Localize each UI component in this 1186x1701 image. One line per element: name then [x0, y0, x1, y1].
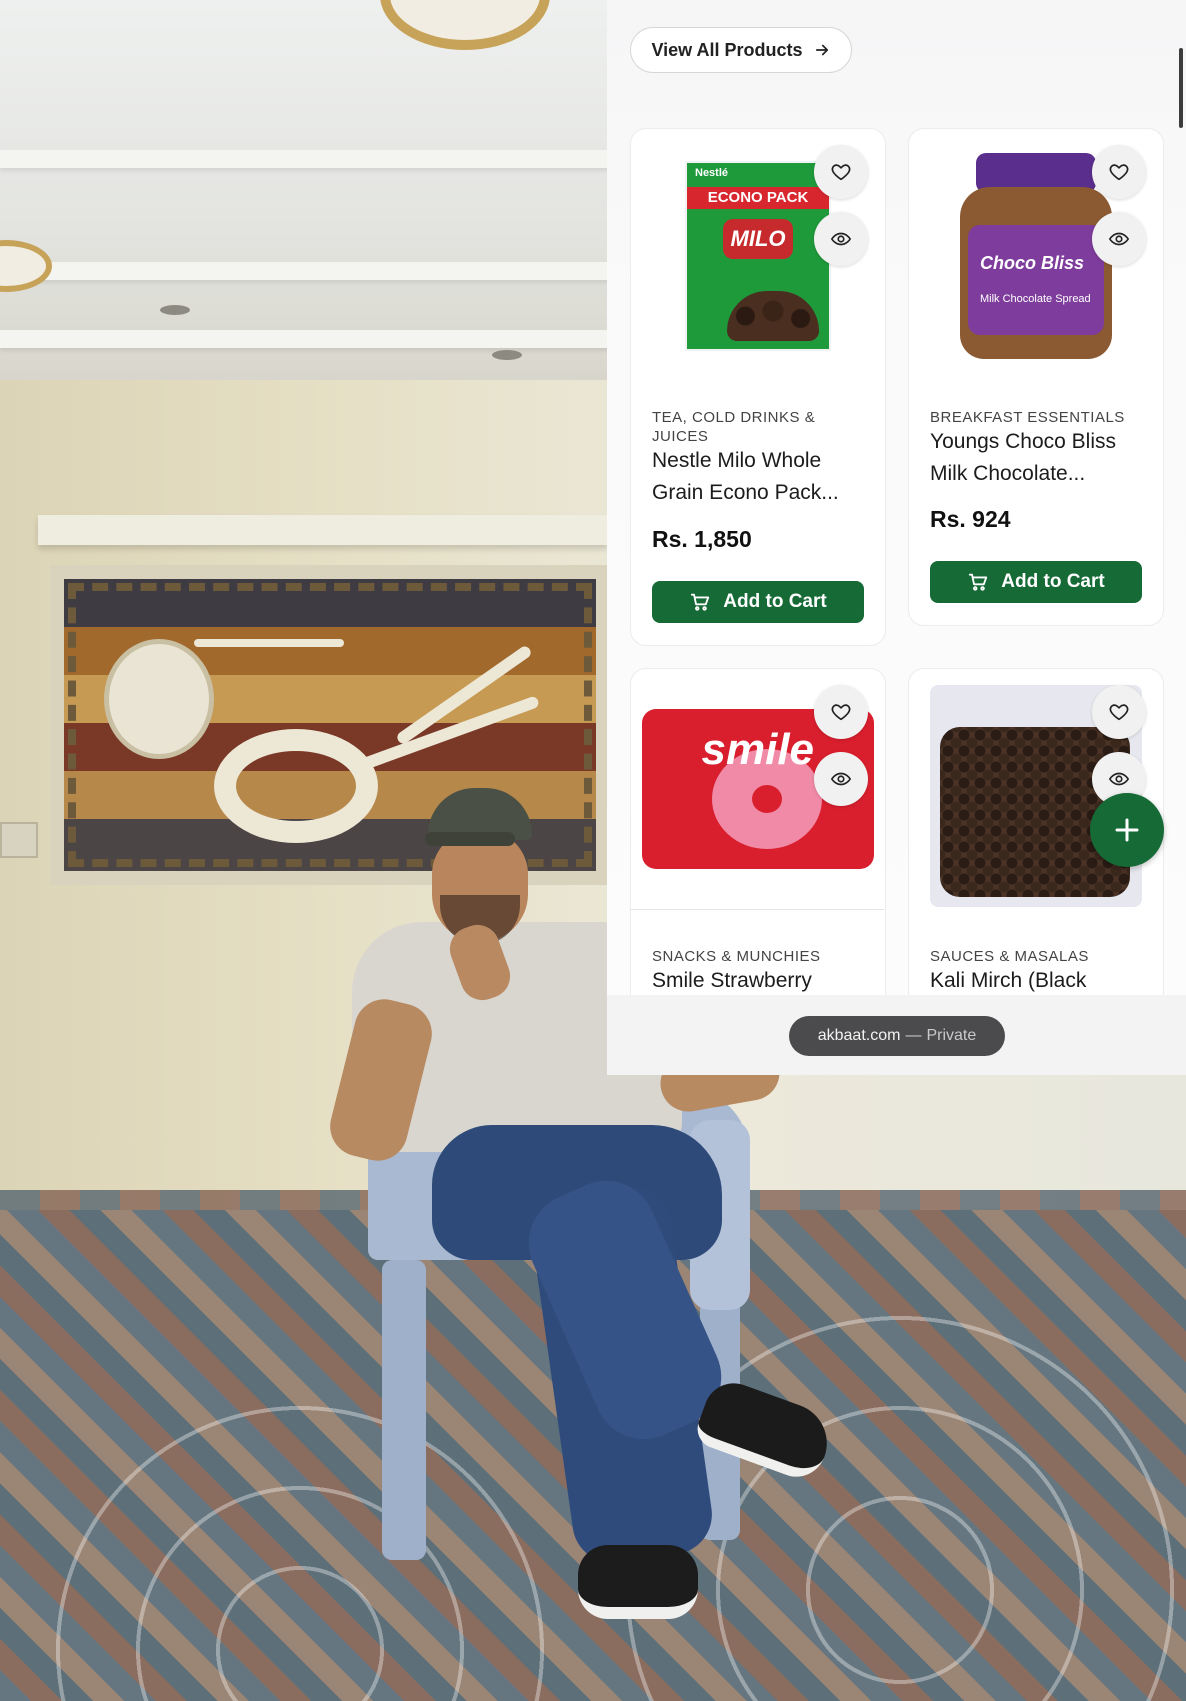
product-name[interactable]: Youngs Choco Bliss Milk Chocolate... — [930, 426, 1145, 490]
wishlist-button[interactable] — [814, 685, 868, 739]
product-card[interactable]: smile SNACKS & MUNCHIES Smile Strawberry — [630, 668, 886, 995]
wishlist-button[interactable] — [814, 145, 868, 199]
url-separator: — — [905, 1027, 922, 1044]
choco-bliss-jar-image: Choco Bliss Milk Chocolate Spread — [960, 152, 1112, 359]
heart-icon — [831, 704, 851, 721]
cereal-bowl — [727, 290, 819, 341]
cart-icon — [691, 593, 710, 611]
quick-view-button[interactable] — [814, 752, 868, 806]
add-to-cart-button[interactable]: Add to Cart — [930, 561, 1142, 603]
view-all-label: View All Products — [651, 39, 803, 60]
product-category: TEA, COLD DRINKS & JUICES — [652, 409, 816, 445]
milo-brand-text: Nestlé — [695, 166, 729, 179]
private-mode-label: Private — [926, 1027, 977, 1044]
jar-label — [968, 224, 1104, 335]
clipped-heading-text — [727, 0, 1107, 4]
calligraphy-stroke — [194, 639, 344, 647]
arrow-right-icon — [815, 44, 828, 56]
ceiling-light — [160, 305, 190, 315]
mosaic-medallion — [104, 639, 214, 759]
jar-logo: Choco Bliss — [980, 252, 1085, 273]
product-name[interactable]: Kali Mirch (Black — [930, 965, 1145, 995]
product-category: SNACKS & MUNCHIES — [652, 948, 821, 965]
milo-pack-image: Nestlé ECONO PACK MILO — [685, 160, 831, 351]
product-price: Rs. 924 — [930, 506, 1011, 532]
product-category: SAUCES & MASALAS — [930, 948, 1089, 965]
mosaic-frame-top — [38, 515, 608, 545]
eye-icon — [830, 232, 852, 246]
product-category: BREAKFAST ESSENTIALS — [930, 409, 1125, 426]
floating-add-button[interactable] — [1090, 793, 1164, 867]
eye-icon — [1108, 232, 1130, 246]
eye-icon — [830, 772, 852, 786]
wishlist-button[interactable] — [1092, 685, 1146, 739]
heart-icon — [831, 164, 851, 181]
calligraphy-mosaic — [50, 565, 610, 885]
product-price: Rs. 1,850 — [652, 526, 752, 552]
tiled-floor — [0, 1210, 1186, 1701]
jar-subtitle: Milk Chocolate Spread — [980, 292, 1091, 305]
add-to-cart-label: Add to Cart — [723, 591, 827, 612]
product-name[interactable]: Nestle Milo Whole Grain Econo Pack... — [652, 445, 867, 509]
ceiling-light — [492, 350, 522, 360]
heart-icon — [1109, 704, 1129, 721]
cart-icon — [969, 573, 988, 591]
scrollbar[interactable] — [1179, 48, 1183, 128]
quick-view-button[interactable] — [1092, 212, 1146, 266]
product-card[interactable]: Choco Bliss Milk Chocolate Spread BREAKF… — [908, 128, 1164, 626]
heart-icon — [1109, 164, 1129, 181]
add-to-cart-button[interactable]: Add to Cart — [652, 581, 864, 623]
calligraphy-shape — [214, 729, 378, 843]
wishlist-button[interactable] — [1092, 145, 1146, 199]
milo-logo: MILO — [723, 218, 793, 259]
url-bar[interactable]: akbaat.com — Private — [789, 1016, 1005, 1056]
browser-window: View All Products Nestlé ECONO PACK MILO… — [607, 0, 1186, 1075]
quick-view-button[interactable] — [814, 212, 868, 266]
product-card[interactable]: Nestlé ECONO PACK MILO TEA, COLD DRINKS … — [630, 128, 886, 646]
eye-icon — [1108, 772, 1130, 786]
add-to-cart-label: Add to Cart — [1001, 571, 1105, 592]
smile-logo: smile — [701, 725, 815, 774]
product-name[interactable]: Smile Strawberry — [652, 965, 867, 995]
plus-icon — [1115, 818, 1139, 842]
view-all-products-button[interactable]: View All Products — [630, 27, 852, 73]
wall-switch — [0, 822, 38, 858]
milo-band-text: ECONO PACK — [687, 186, 829, 209]
url-domain: akbaat.com — [817, 1027, 901, 1044]
